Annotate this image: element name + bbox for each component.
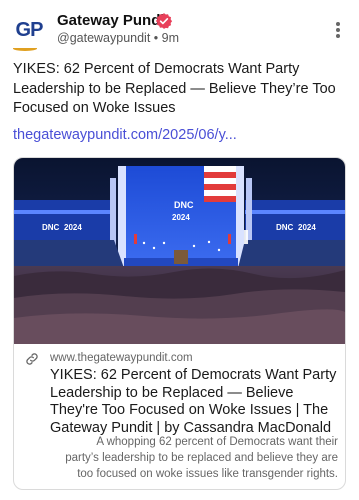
timestamp: 9m — [161, 31, 180, 45]
post-text: YIKES: 62 Percent of Democrats Want Part… — [13, 61, 336, 116]
avatar-swoosh — [13, 46, 37, 51]
card-title[interactable]: YIKES: 62 Percent of Democrats Want Part… — [50, 367, 338, 437]
right-dnc-label: DNC — [276, 223, 294, 232]
verified-badge-icon — [155, 13, 173, 29]
card-domain: www.thegatewaypundit.com — [50, 352, 193, 364]
link-chain-icon — [26, 353, 38, 365]
screen-year-label: 2024 — [172, 213, 190, 222]
handle-line: @gatewaypundit • 9m — [57, 31, 179, 45]
right-year-label: 2024 — [298, 223, 316, 232]
left-dnc-label: DNC — [42, 223, 60, 232]
left-year-label: 2024 — [64, 223, 82, 232]
card-description: A whopping 62 percent of Democrats want … — [65, 436, 338, 480]
handle[interactable]: @gatewaypundit — [57, 31, 150, 45]
separator: • — [153, 31, 159, 45]
avatar-logo: GP — [15, 18, 44, 41]
screen-dnc-label: DNC — [174, 200, 194, 210]
more-vertical-icon[interactable] — [335, 22, 341, 40]
link-preview-card[interactable]: DNC 2024 DNC 2024 DNC 2024 www.thegatewa… — [13, 157, 346, 490]
card-image[interactable]: DNC 2024 DNC 2024 DNC 2024 — [14, 158, 345, 344]
card-body[interactable]: www.thegatewaypundit.com YIKES: 62 Perce… — [14, 344, 345, 489]
post-link[interactable]: thegatewaypundit.com/2025/06/y... — [13, 127, 237, 143]
post-header: GP Gateway Pundit @gatewaypundit • 9m — [0, 0, 359, 56]
avatar[interactable]: GP — [11, 12, 47, 51]
author-name[interactable]: Gateway Pundit — [57, 12, 170, 29]
